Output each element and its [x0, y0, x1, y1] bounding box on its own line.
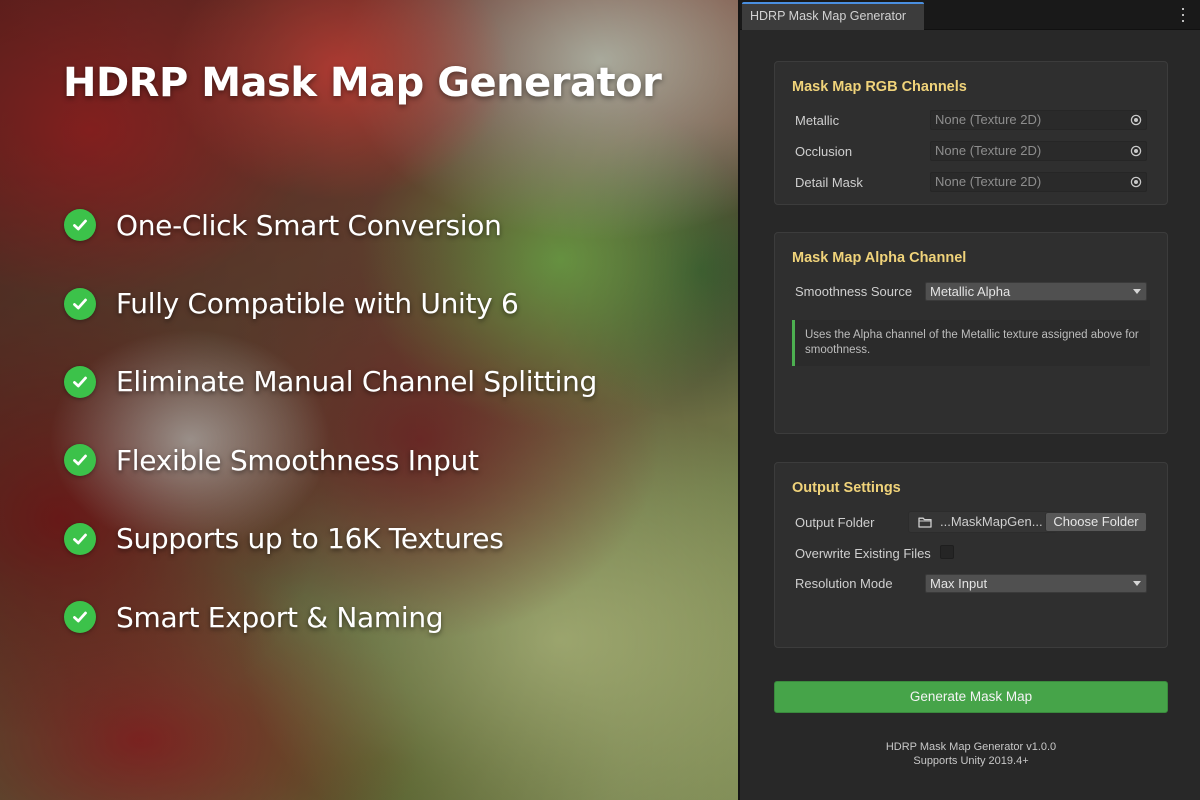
- feature-item: Smart Export & Naming: [64, 578, 597, 656]
- resolution-row: Resolution Mode Max Input: [795, 572, 1147, 594]
- promo-title: HDRP Mask Map Generator: [63, 60, 662, 106]
- occlusion-label: Occlusion: [795, 143, 853, 159]
- resolution-mode-value: Max Input: [930, 575, 988, 591]
- overwrite-row: Overwrite Existing Files: [795, 542, 1147, 564]
- folder-icon: [918, 517, 932, 528]
- footer-version: HDRP Mask Map Generator v1.0.0: [885, 741, 1057, 753]
- overwrite-label: Overwrite Existing Files: [795, 545, 931, 561]
- detail-mask-texture-value: None (Texture 2D): [935, 174, 1042, 189]
- output-settings-title: Output Settings: [792, 480, 901, 496]
- output-folder-row: Output Folder ...MaskMapGen... Choose Fo…: [795, 511, 1147, 533]
- smoothness-help-box: Uses the Alpha channel of the Metallic t…: [792, 320, 1150, 366]
- output-folder-value: ...MaskMapGen...: [940, 514, 1043, 529]
- output-folder-field[interactable]: ...MaskMapGen...: [908, 511, 1057, 533]
- feature-item: One-Click Smart Conversion: [64, 186, 597, 264]
- feature-item: Supports up to 16K Textures: [64, 500, 597, 578]
- occlusion-texture-value: None (Texture 2D): [935, 143, 1042, 158]
- check-circle-icon: [64, 287, 96, 320]
- chevron-down-icon: [1133, 288, 1141, 294]
- feature-item: Eliminate Manual Channel Splitting: [64, 343, 597, 421]
- resolution-mode-label: Resolution Mode: [795, 575, 893, 591]
- check-circle-icon: [64, 522, 96, 555]
- promo-background: HDRP Mask Map Generator One-Click Smart …: [0, 0, 740, 800]
- occlusion-row: Occlusion None (Texture 2D): [795, 140, 1147, 162]
- smoothness-source-dropdown[interactable]: Metallic Alpha: [925, 281, 1147, 301]
- rgb-channels-title: Mask Map RGB Channels: [792, 79, 967, 95]
- feature-text: Smart Export & Naming: [116, 600, 444, 634]
- detail-mask-row: Detail Mask None (Texture 2D): [795, 171, 1147, 193]
- object-picker-icon[interactable]: [1127, 112, 1144, 128]
- metallic-texture-value: None (Texture 2D): [935, 112, 1042, 127]
- alpha-channel-title: Mask Map Alpha Channel: [792, 250, 967, 266]
- tab-mask-map-generator[interactable]: HDRP Mask Map Generator: [742, 2, 924, 30]
- metallic-texture-field[interactable]: None (Texture 2D): [930, 110, 1147, 130]
- check-circle-icon: [64, 444, 96, 477]
- object-picker-icon[interactable]: [1127, 143, 1144, 159]
- feature-text: Eliminate Manual Channel Splitting: [116, 365, 597, 399]
- feature-text: Fully Compatible with Unity 6: [116, 287, 519, 321]
- resolution-mode-dropdown[interactable]: Max Input: [925, 573, 1147, 593]
- feature-list: One-Click Smart Conversion Fully Compati…: [64, 186, 597, 656]
- overwrite-checkbox[interactable]: [940, 545, 954, 559]
- rgb-channels-panel: Mask Map RGB Channels Metallic None (Tex…: [774, 61, 1168, 205]
- output-settings-panel: Output Settings Output Folder ...MaskMap…: [774, 462, 1168, 648]
- detail-mask-label: Detail Mask: [795, 174, 863, 190]
- object-picker-icon[interactable]: [1127, 174, 1144, 190]
- detail-mask-texture-field[interactable]: None (Texture 2D): [930, 172, 1147, 192]
- feature-item: Flexible Smoothness Input: [64, 421, 597, 499]
- chevron-down-icon: [1133, 580, 1141, 586]
- feature-text: Flexible Smoothness Input: [116, 443, 479, 477]
- editor-window: HDRP Mask Map Generator Mask Map RGB Cha…: [738, 0, 1200, 800]
- alpha-channel-panel: Mask Map Alpha Channel Smoothness Source…: [774, 232, 1168, 434]
- check-circle-icon: [64, 209, 96, 242]
- choose-folder-button[interactable]: Choose Folder: [1045, 512, 1147, 532]
- metallic-label: Metallic: [795, 112, 840, 128]
- smoothness-row: Smoothness Source Metallic Alpha: [795, 280, 1147, 302]
- smoothness-source-label: Smoothness Source: [795, 283, 913, 299]
- generate-mask-map-button[interactable]: Generate Mask Map: [774, 681, 1168, 713]
- kebab-menu-icon[interactable]: [1180, 8, 1186, 22]
- feature-item: Fully Compatible with Unity 6: [64, 264, 597, 342]
- occlusion-texture-field[interactable]: None (Texture 2D): [930, 141, 1147, 161]
- check-circle-icon: [64, 601, 96, 634]
- footer-support: Supports Unity 2019.4+: [913, 755, 1029, 767]
- tab-bar: HDRP Mask Map Generator: [740, 0, 1200, 30]
- smoothness-source-value: Metallic Alpha: [930, 283, 1011, 299]
- metallic-row: Metallic None (Texture 2D): [795, 109, 1147, 131]
- check-circle-icon: [64, 365, 96, 398]
- feature-text: Supports up to 16K Textures: [116, 522, 504, 556]
- feature-text: One-Click Smart Conversion: [116, 208, 502, 242]
